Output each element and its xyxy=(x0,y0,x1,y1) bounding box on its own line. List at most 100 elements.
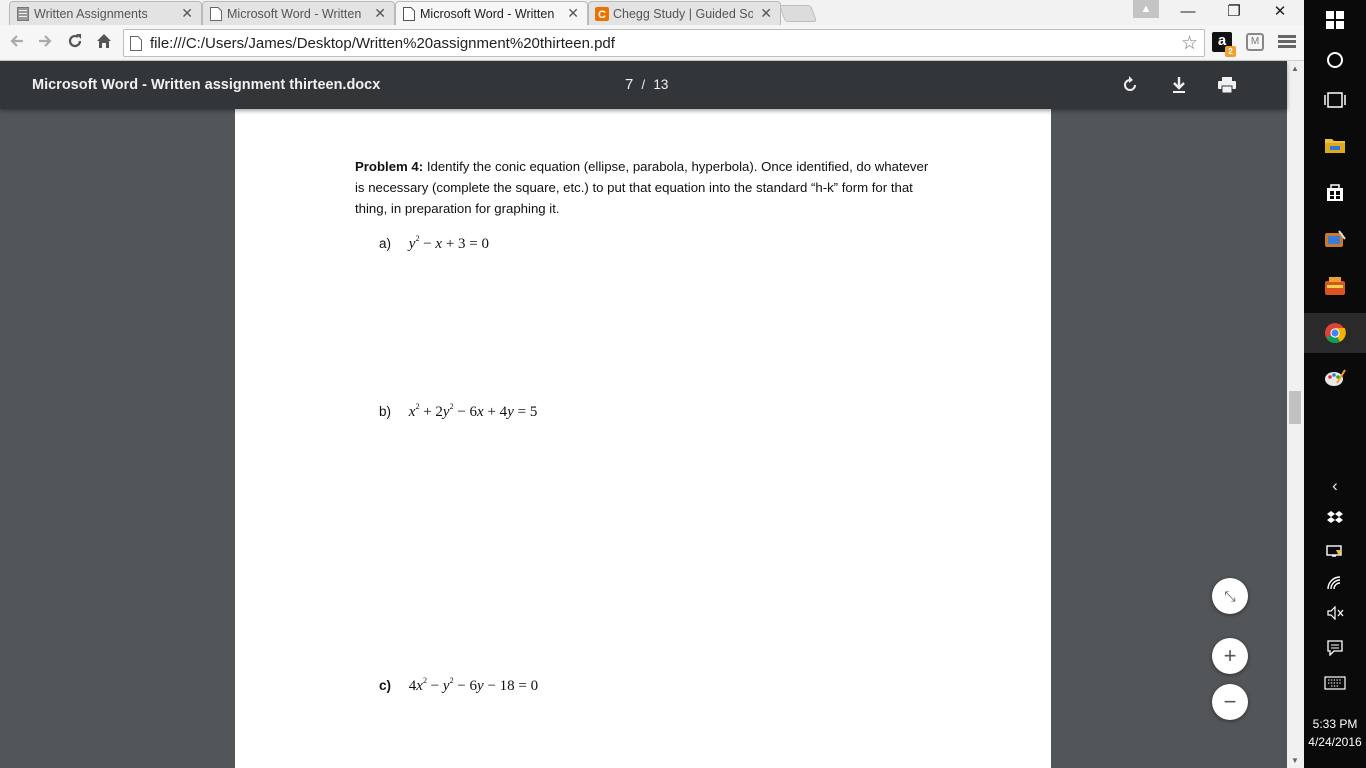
scroll-up-arrow-icon[interactable]: ▲ xyxy=(1291,64,1299,73)
part-a: a) y2 − x + 3 = 0 xyxy=(379,234,489,253)
forward-button[interactable] xyxy=(34,32,56,54)
total-pages: 13 xyxy=(653,77,669,92)
tab-written-assignments[interactable]: Written Assignments ✕ xyxy=(9,1,202,25)
close-tab-icon[interactable]: ✕ xyxy=(181,6,193,20)
reload-icon xyxy=(68,34,82,48)
tab-label: Written Assignments xyxy=(34,6,148,21)
action-center-button[interactable] xyxy=(1304,640,1366,659)
problem-text: Identify the conic equation (ellipse, pa… xyxy=(355,159,929,216)
browser-toolbar: file:///C:/Users/James/Desktop/Written%2… xyxy=(0,25,1304,61)
part-c: c) 4x2 − y2 − 6y − 18 = 0 xyxy=(379,676,538,695)
reload-button[interactable] xyxy=(64,32,86,54)
page-icon xyxy=(210,7,222,21)
start-button[interactable] xyxy=(1304,0,1366,40)
chegg-icon: C xyxy=(595,7,609,21)
app-button-3[interactable] xyxy=(1304,358,1366,398)
task-view-button[interactable] xyxy=(1304,80,1366,120)
restore-button[interactable]: ❐ xyxy=(1211,0,1257,25)
page-indicator: 7 / 13 xyxy=(625,76,668,93)
page-icon xyxy=(130,36,142,51)
chrome-taskbar-button[interactable] xyxy=(1304,313,1366,353)
close-tab-icon[interactable]: ✕ xyxy=(760,6,772,20)
close-window-button[interactable]: ✕ xyxy=(1257,0,1303,25)
windows-logo-icon xyxy=(1326,11,1344,29)
address-bar[interactable]: file:///C:/Users/James/Desktop/Written%2… xyxy=(123,29,1205,57)
tab-label: Microsoft Word - Written xyxy=(420,6,555,21)
pdf-document-title: Microsoft Word - Written assignment thir… xyxy=(32,77,381,93)
windows-taskbar: ‹ 5:33 PM 4/24/2016 xyxy=(1304,0,1366,768)
minimize-button[interactable]: — xyxy=(1165,0,1211,25)
show-hidden-icons-chevron-icon[interactable]: ‹ xyxy=(1304,476,1366,496)
bookmark-star-icon[interactable]: ☆ xyxy=(1181,32,1198,55)
scrollbar-thumb[interactable] xyxy=(1289,391,1301,424)
chrome-logo-icon xyxy=(1325,323,1346,344)
minus-icon: − xyxy=(1223,689,1237,714)
fit-icon: ⤡ xyxy=(1224,588,1236,604)
wifi-tray-icon[interactable] xyxy=(1304,576,1366,593)
problem-label: Problem 4: xyxy=(355,159,424,174)
page-icon xyxy=(403,7,415,21)
zoom-out-button[interactable]: − xyxy=(1212,684,1248,720)
tab-label: Microsoft Word - Written xyxy=(227,6,362,21)
tab-chegg[interactable]: C Chegg Study | Guided Sol ✕ xyxy=(588,1,781,25)
part-label: b) xyxy=(379,404,392,419)
paint-palette-icon xyxy=(1325,369,1346,386)
task-view-icon xyxy=(1324,92,1346,108)
shield-extension-icon[interactable]: M xyxy=(1246,33,1264,51)
shield-extension-letter: M xyxy=(1250,36,1260,47)
close-tab-icon[interactable]: ✕ xyxy=(374,6,386,20)
extension-badge: 2 xyxy=(1225,46,1236,57)
touch-keyboard-button[interactable] xyxy=(1304,676,1366,693)
pdf-viewer[interactable]: Problem 4: Identify the conic equation (… xyxy=(0,109,1287,768)
profile-icon[interactable]: ▲ xyxy=(1133,0,1159,18)
cortana-button[interactable] xyxy=(1304,40,1366,80)
equation: 4x2 − y2 − 6y − 18 = 0 xyxy=(408,676,539,694)
problem-statement: Problem 4: Identify the conic equation (… xyxy=(355,156,935,219)
folder-icon xyxy=(1325,139,1345,153)
document-icon xyxy=(17,7,29,21)
store-bag-icon xyxy=(1327,184,1343,201)
dropbox-icon xyxy=(1327,511,1343,523)
battery-plug-icon xyxy=(1326,545,1342,557)
back-arrow-icon xyxy=(10,35,23,47)
chrome-menu-button[interactable] xyxy=(1278,33,1296,51)
tab-word-doc-1[interactable]: Microsoft Word - Written ✕ xyxy=(202,1,395,25)
clock-time[interactable]: 5:33 PM xyxy=(1304,717,1366,731)
current-page-input[interactable]: 7 xyxy=(625,76,633,93)
volume-tray-icon[interactable] xyxy=(1304,605,1366,623)
svg-text:C: C xyxy=(598,9,606,21)
url-text[interactable]: file:///C:/Users/James/Desktop/Written%2… xyxy=(150,35,615,52)
app-button-1[interactable] xyxy=(1304,220,1366,260)
dropbox-tray-icon[interactable] xyxy=(1304,510,1366,527)
download-icon[interactable] xyxy=(1167,73,1191,97)
vertical-scrollbar[interactable]: ▲ ▼ xyxy=(1287,61,1304,768)
tab-word-doc-active[interactable]: Microsoft Word - Written ✕ xyxy=(395,1,588,25)
power-tray-icon[interactable] xyxy=(1304,544,1366,561)
print-icon[interactable] xyxy=(1215,73,1239,97)
tab-strip: Written Assignments ✕ Microsoft Word - W… xyxy=(0,0,1304,25)
paint-app-icon xyxy=(1325,230,1346,247)
store-button[interactable] xyxy=(1304,172,1366,212)
forward-arrow-icon xyxy=(39,35,52,47)
scroll-down-arrow-icon[interactable]: ▼ xyxy=(1291,756,1299,765)
fit-to-page-button[interactable]: ⤡ xyxy=(1212,578,1248,614)
amazon-extension-icon[interactable]: a2 xyxy=(1212,32,1236,57)
toolbox-app-icon xyxy=(1325,277,1345,295)
new-tab-button[interactable] xyxy=(778,5,818,22)
home-button[interactable] xyxy=(93,32,115,54)
rotate-icon[interactable] xyxy=(1118,73,1142,97)
equation: x2 + 2y2 − 6x + 4y = 5 xyxy=(408,402,538,420)
file-explorer-button[interactable] xyxy=(1304,125,1366,165)
clock-date[interactable]: 4/24/2016 xyxy=(1304,735,1366,749)
app-button-2[interactable] xyxy=(1304,266,1366,306)
cortana-circle-icon xyxy=(1327,52,1343,68)
close-tab-icon[interactable]: ✕ xyxy=(567,6,579,20)
zoom-in-button[interactable]: + xyxy=(1212,638,1248,674)
plus-icon: + xyxy=(1223,643,1237,668)
home-icon xyxy=(97,34,111,48)
pdf-page: Problem 4: Identify the conic equation (… xyxy=(235,109,1051,768)
page-separator: / xyxy=(641,77,646,92)
muted-speaker-icon xyxy=(1327,605,1344,621)
back-button[interactable] xyxy=(6,32,28,54)
tab-label: Chegg Study | Guided Sol xyxy=(613,6,753,21)
